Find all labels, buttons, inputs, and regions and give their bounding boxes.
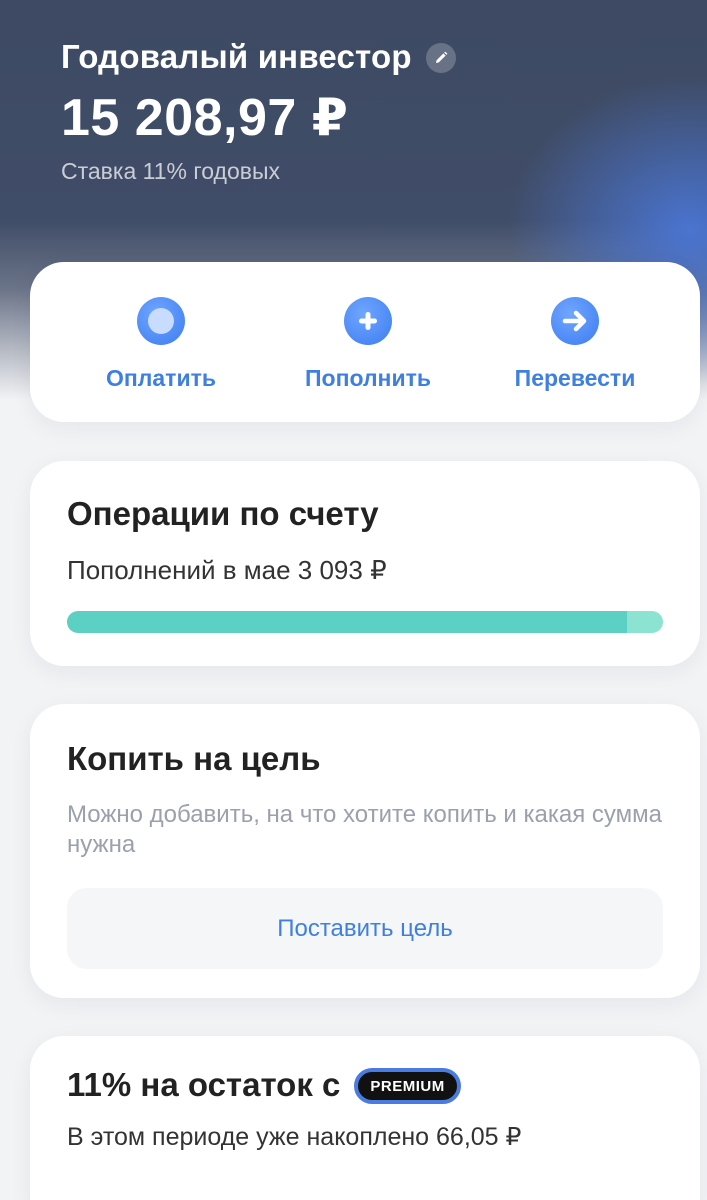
- goal-card: Копить на цель Можно добавить, на что хо…: [30, 704, 700, 998]
- set-goal-button[interactable]: Поставить цель: [67, 888, 663, 969]
- circle-icon: [137, 297, 185, 345]
- pay-button[interactable]: Оплатить: [86, 262, 236, 422]
- pay-label: Оплатить: [106, 365, 216, 391]
- transfer-button[interactable]: Перевести: [500, 262, 650, 422]
- premium-badge: PREMIUM: [354, 1068, 461, 1104]
- edit-title-button[interactable]: [425, 43, 456, 73]
- actions-card: Оплатить Пополнить Перевести: [30, 262, 700, 422]
- plus-icon: [344, 297, 392, 345]
- top-up-button[interactable]: Пополнить: [293, 262, 443, 422]
- goal-title: Копить на цель: [67, 740, 321, 777]
- operations-summary: Пополнений в мае 3 093 ₽: [67, 555, 387, 585]
- account-balance: 15 208,97 ₽: [61, 89, 349, 147]
- pencil-icon: [435, 51, 448, 63]
- interest-accrued-text: В этом периоде уже накоплено 66,05 ₽: [67, 1123, 522, 1151]
- operations-progress-bar: [67, 611, 663, 633]
- operations-title: Операции по счету: [67, 495, 379, 532]
- account-title-row: Годовалый инвестор: [61, 38, 456, 76]
- top-up-label: Пополнить: [305, 365, 431, 391]
- interest-rate: Ставка 11% годовых: [61, 158, 280, 184]
- account-title: Годовалый инвестор: [61, 38, 412, 75]
- goal-description: Можно добавить, на что хотите копить и к…: [67, 801, 662, 858]
- interest-title-row: 11% на остаток с PREMIUM: [67, 1066, 663, 1104]
- interest-on-balance-card[interactable]: 11% на остаток с PREMIUM В этом периоде …: [30, 1036, 700, 1200]
- interest-title: 11% на остаток с: [67, 1066, 341, 1103]
- arrow-right-icon: [551, 297, 599, 345]
- operations-card[interactable]: Операции по счету Пополнений в мае 3 093…: [30, 461, 700, 666]
- transfer-label: Перевести: [514, 365, 636, 391]
- operations-progress-fill: [67, 611, 628, 633]
